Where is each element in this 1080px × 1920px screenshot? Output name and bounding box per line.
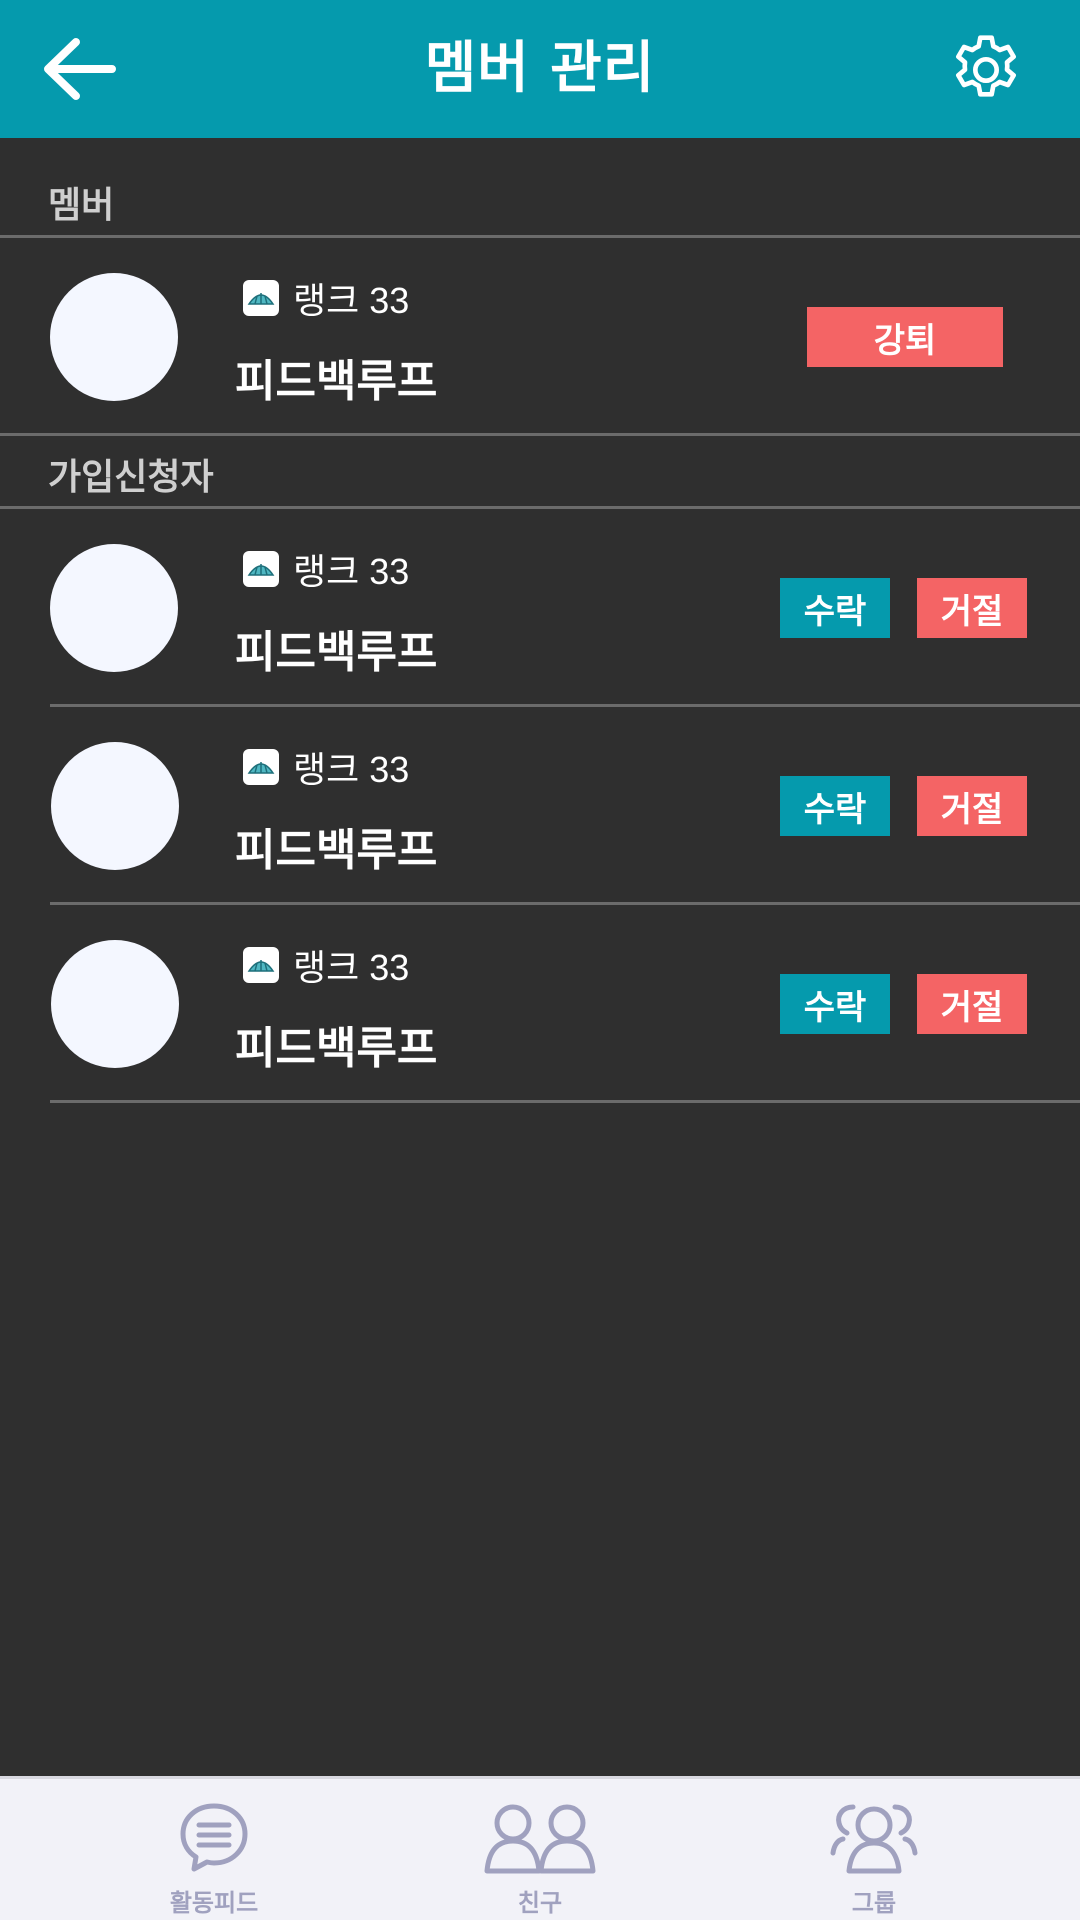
tab-friends[interactable]: 친구: [450, 1779, 630, 1920]
reject-button[interactable]: 거절: [917, 974, 1027, 1034]
rank-row: 랭크 33: [243, 747, 409, 790]
gear-icon: [956, 35, 1016, 97]
applicant-name: 피드백루프: [235, 627, 438, 678]
rank-text: 랭크 33: [293, 749, 410, 790]
divider: [50, 1100, 1080, 1103]
applicant-name: 피드백루프: [235, 825, 438, 876]
reject-button[interactable]: 거절: [917, 776, 1027, 836]
rank-badge-icon: [243, 551, 279, 587]
avatar[interactable]: [51, 940, 179, 1068]
rank-badge-icon: [243, 947, 279, 983]
applicant-name: 피드백루프: [235, 1023, 438, 1074]
tab-group[interactable]: 그룹: [784, 1779, 964, 1920]
tab-label: 친구: [517, 1889, 563, 1917]
tab-label: 그룹: [851, 1889, 897, 1917]
accept-button[interactable]: 수락: [780, 974, 890, 1034]
accept-button[interactable]: 수락: [780, 776, 890, 836]
reject-button[interactable]: 거절: [917, 578, 1027, 638]
rank-text: 랭크 33: [293, 947, 410, 988]
app-header: 멤버 관리: [0, 0, 1080, 138]
rank-text: 랭크 33: [293, 551, 410, 592]
rank-badge-icon: [243, 280, 279, 316]
avatar[interactable]: [50, 544, 178, 672]
divider: [0, 506, 1080, 509]
divider: [50, 704, 1080, 707]
divider: [0, 235, 1080, 238]
chat-bubble-icon: [180, 1803, 248, 1872]
kick-button[interactable]: 강퇴: [807, 307, 1003, 367]
rank-row: 랭크 33: [243, 945, 409, 988]
divider: [50, 902, 1080, 905]
accept-button[interactable]: 수락: [780, 578, 890, 638]
divider: [0, 433, 1080, 436]
rank-badge-icon: [243, 749, 279, 785]
avatar[interactable]: [51, 742, 179, 870]
rank-text: 랭크 33: [293, 280, 410, 321]
bottom-tab-bar: 활동피드 친구 그룹: [0, 1776, 1080, 1920]
group-icon: [830, 1804, 918, 1874]
tab-label: 활동피드: [169, 1889, 259, 1917]
page-title: 멤버 관리: [424, 36, 656, 101]
applicants-section-label: 가입신청자: [48, 457, 214, 498]
members-section-label: 멤버: [48, 185, 115, 226]
friends-icon: [484, 1804, 596, 1874]
settings-button[interactable]: [946, 30, 1026, 110]
member-name: 피드백루프: [235, 356, 438, 407]
rank-row: 랭크 33: [243, 549, 409, 592]
avatar[interactable]: [50, 273, 178, 401]
tab-activity-feed[interactable]: 활동피드: [124, 1779, 304, 1920]
rank-row: 랭크 33: [243, 278, 409, 321]
